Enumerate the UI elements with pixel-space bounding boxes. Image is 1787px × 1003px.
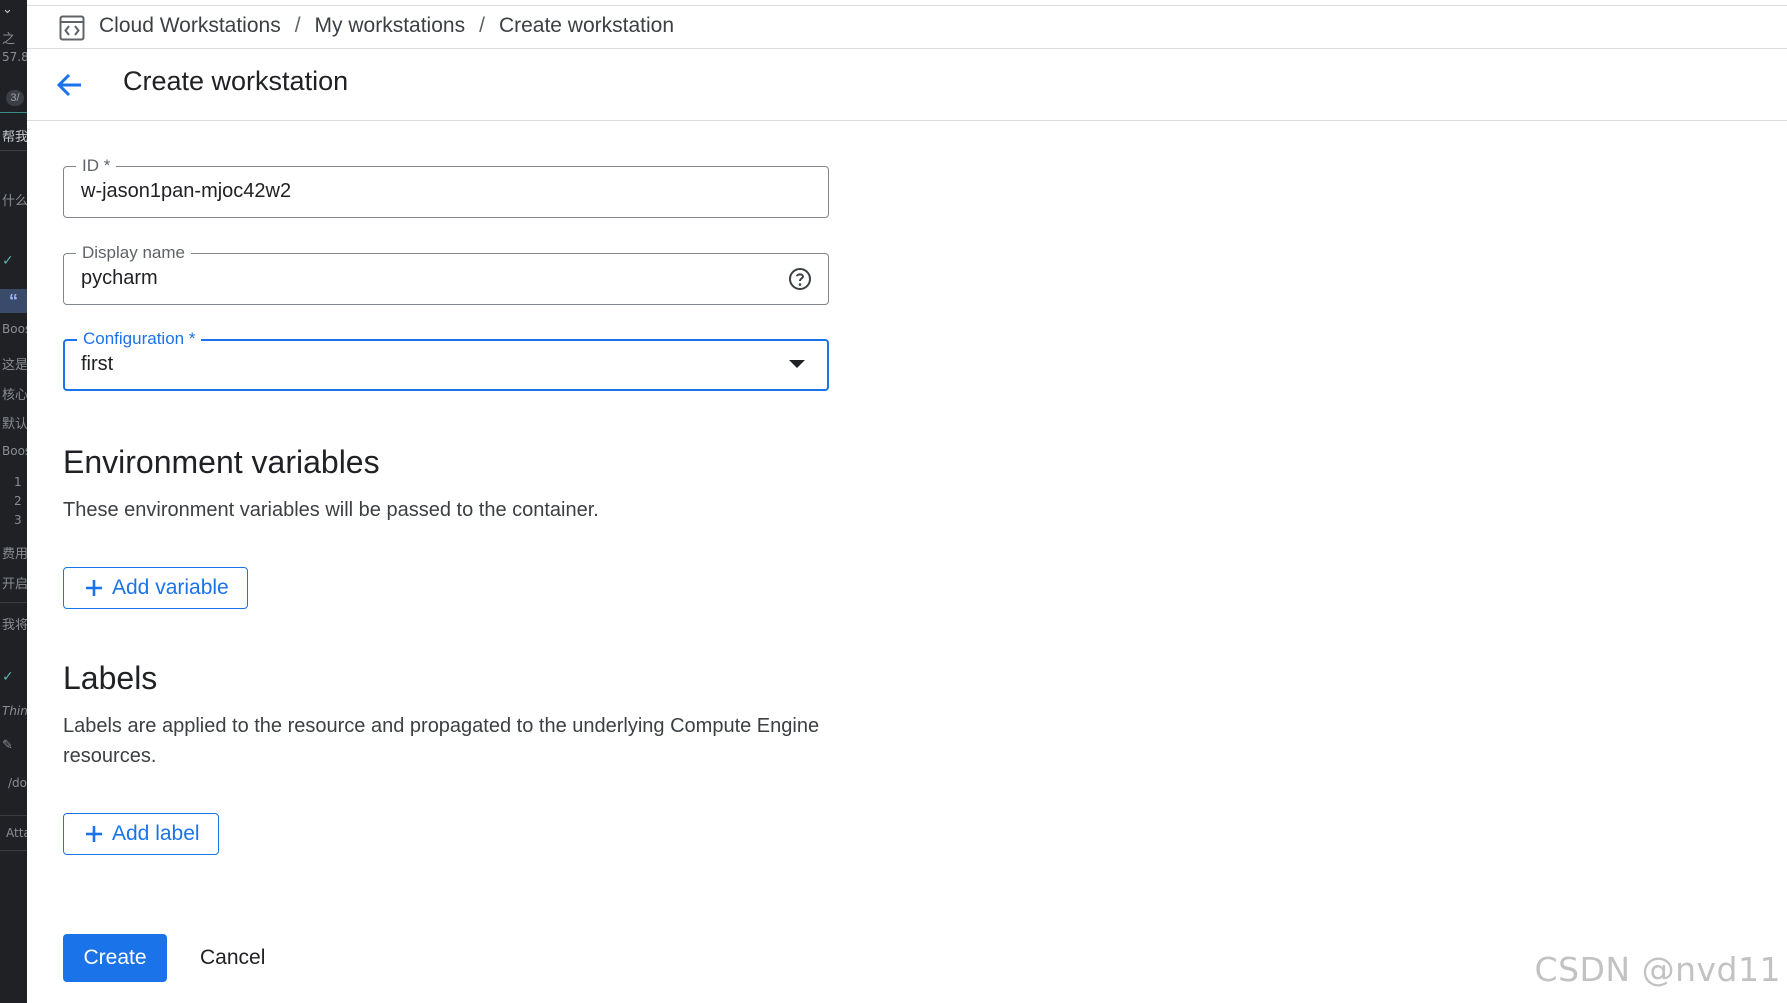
labels-section-title: Labels bbox=[63, 660, 158, 696]
configuration-field-label: Configuration * bbox=[77, 329, 202, 349]
page-header: Create workstation bbox=[27, 48, 1787, 121]
strip-text: 之 bbox=[2, 32, 16, 47]
display-name-field-label: Display name bbox=[76, 243, 191, 263]
breadcrumb-separator: / bbox=[479, 14, 485, 37]
strip-divider bbox=[0, 815, 27, 816]
strip-text: 什么 bbox=[2, 194, 27, 209]
strip-divider bbox=[0, 602, 27, 603]
display-name-field[interactable]: Display name pycharm bbox=[63, 243, 829, 305]
strip-divider bbox=[0, 850, 27, 851]
dropdown-arrow-icon[interactable] bbox=[789, 360, 805, 368]
breadcrumb-trail: Cloud Workstations / My workstations / C… bbox=[99, 14, 674, 38]
strip-badge: 3/ bbox=[6, 90, 24, 106]
back-arrow-icon[interactable] bbox=[53, 68, 87, 102]
cancel-button[interactable]: Cancel bbox=[190, 934, 275, 982]
strip-text: 开启 bbox=[2, 577, 27, 592]
strip-text: 3 bbox=[14, 513, 22, 527]
strip-text: 57.8 bbox=[2, 50, 27, 64]
configuration-select[interactable]: Configuration * first bbox=[63, 329, 829, 391]
add-variable-label: Add variable bbox=[112, 576, 229, 599]
configuration-field-value: first bbox=[81, 353, 114, 375]
strip-text: Boos bbox=[2, 444, 27, 458]
main-panel: Cloud Workstations / My workstations / C… bbox=[27, 0, 1787, 1003]
strip-text: 费用 bbox=[2, 547, 27, 562]
cloud-workstations-icon bbox=[59, 15, 85, 41]
help-icon[interactable] bbox=[788, 267, 812, 291]
strip-text: 默认 bbox=[2, 417, 27, 432]
create-button[interactable]: Create bbox=[63, 934, 167, 982]
labels-section-description: Labels are applied to the resource and p… bbox=[63, 715, 820, 767]
strip-text: 1 bbox=[14, 475, 22, 489]
plus-icon bbox=[86, 580, 102, 596]
check-icon: ✓ bbox=[2, 252, 14, 268]
env-section-description: These environment variables will be pass… bbox=[63, 499, 599, 521]
strip-text: 帮我 bbox=[2, 130, 27, 145]
breadcrumb-separator: / bbox=[294, 14, 301, 37]
add-variable-button[interactable]: Add variable bbox=[63, 567, 248, 609]
breadcrumb: Cloud Workstations / My workstations / C… bbox=[27, 5, 1787, 49]
strip-text: 2 bbox=[14, 494, 22, 508]
strip-divider bbox=[0, 112, 27, 113]
pencil-icon: ✎ bbox=[2, 738, 13, 753]
strip-chevron: ⌄ bbox=[2, 2, 13, 17]
strip-text: /do bbox=[8, 776, 27, 790]
id-field-value: w-jason1pan-mjoc42w2 bbox=[81, 180, 292, 202]
strip-text: Thin bbox=[2, 704, 27, 718]
id-field-label: ID * bbox=[76, 156, 117, 176]
background-window-strip: ⌄ 之 57.8 3/ 帮我 什么 ✓ “ Boos 这是 核心 默认 Boos… bbox=[0, 0, 27, 1003]
id-field[interactable]: ID * w-jason1pan-mjoc42w2 bbox=[63, 156, 829, 218]
check-icon: ✓ bbox=[2, 668, 14, 684]
strip-text: Atta bbox=[6, 826, 27, 840]
quote-icon: “ bbox=[0, 289, 27, 313]
breadcrumb-item-cloud-workstations[interactable]: Cloud Workstations bbox=[99, 14, 281, 38]
breadcrumb-item-create-workstation: Create workstation bbox=[498, 14, 675, 37]
env-section-title: Environment variables bbox=[63, 444, 380, 480]
strip-text: 这是 bbox=[2, 358, 27, 373]
add-label-label: Add label bbox=[112, 822, 200, 845]
strip-divider bbox=[0, 150, 27, 151]
strip-text: Boos bbox=[2, 322, 27, 336]
display-name-field-value: pycharm bbox=[81, 267, 158, 289]
breadcrumb-item-my-workstations[interactable]: My workstations bbox=[315, 14, 466, 38]
strip-text: 核心 bbox=[2, 388, 27, 403]
watermark: CSDN @nvd11 bbox=[1534, 950, 1781, 989]
page-title: Create workstation bbox=[123, 66, 349, 96]
add-label-button[interactable]: Add label bbox=[63, 813, 219, 855]
plus-icon bbox=[86, 826, 102, 842]
strip-text: 我将 bbox=[2, 618, 27, 633]
